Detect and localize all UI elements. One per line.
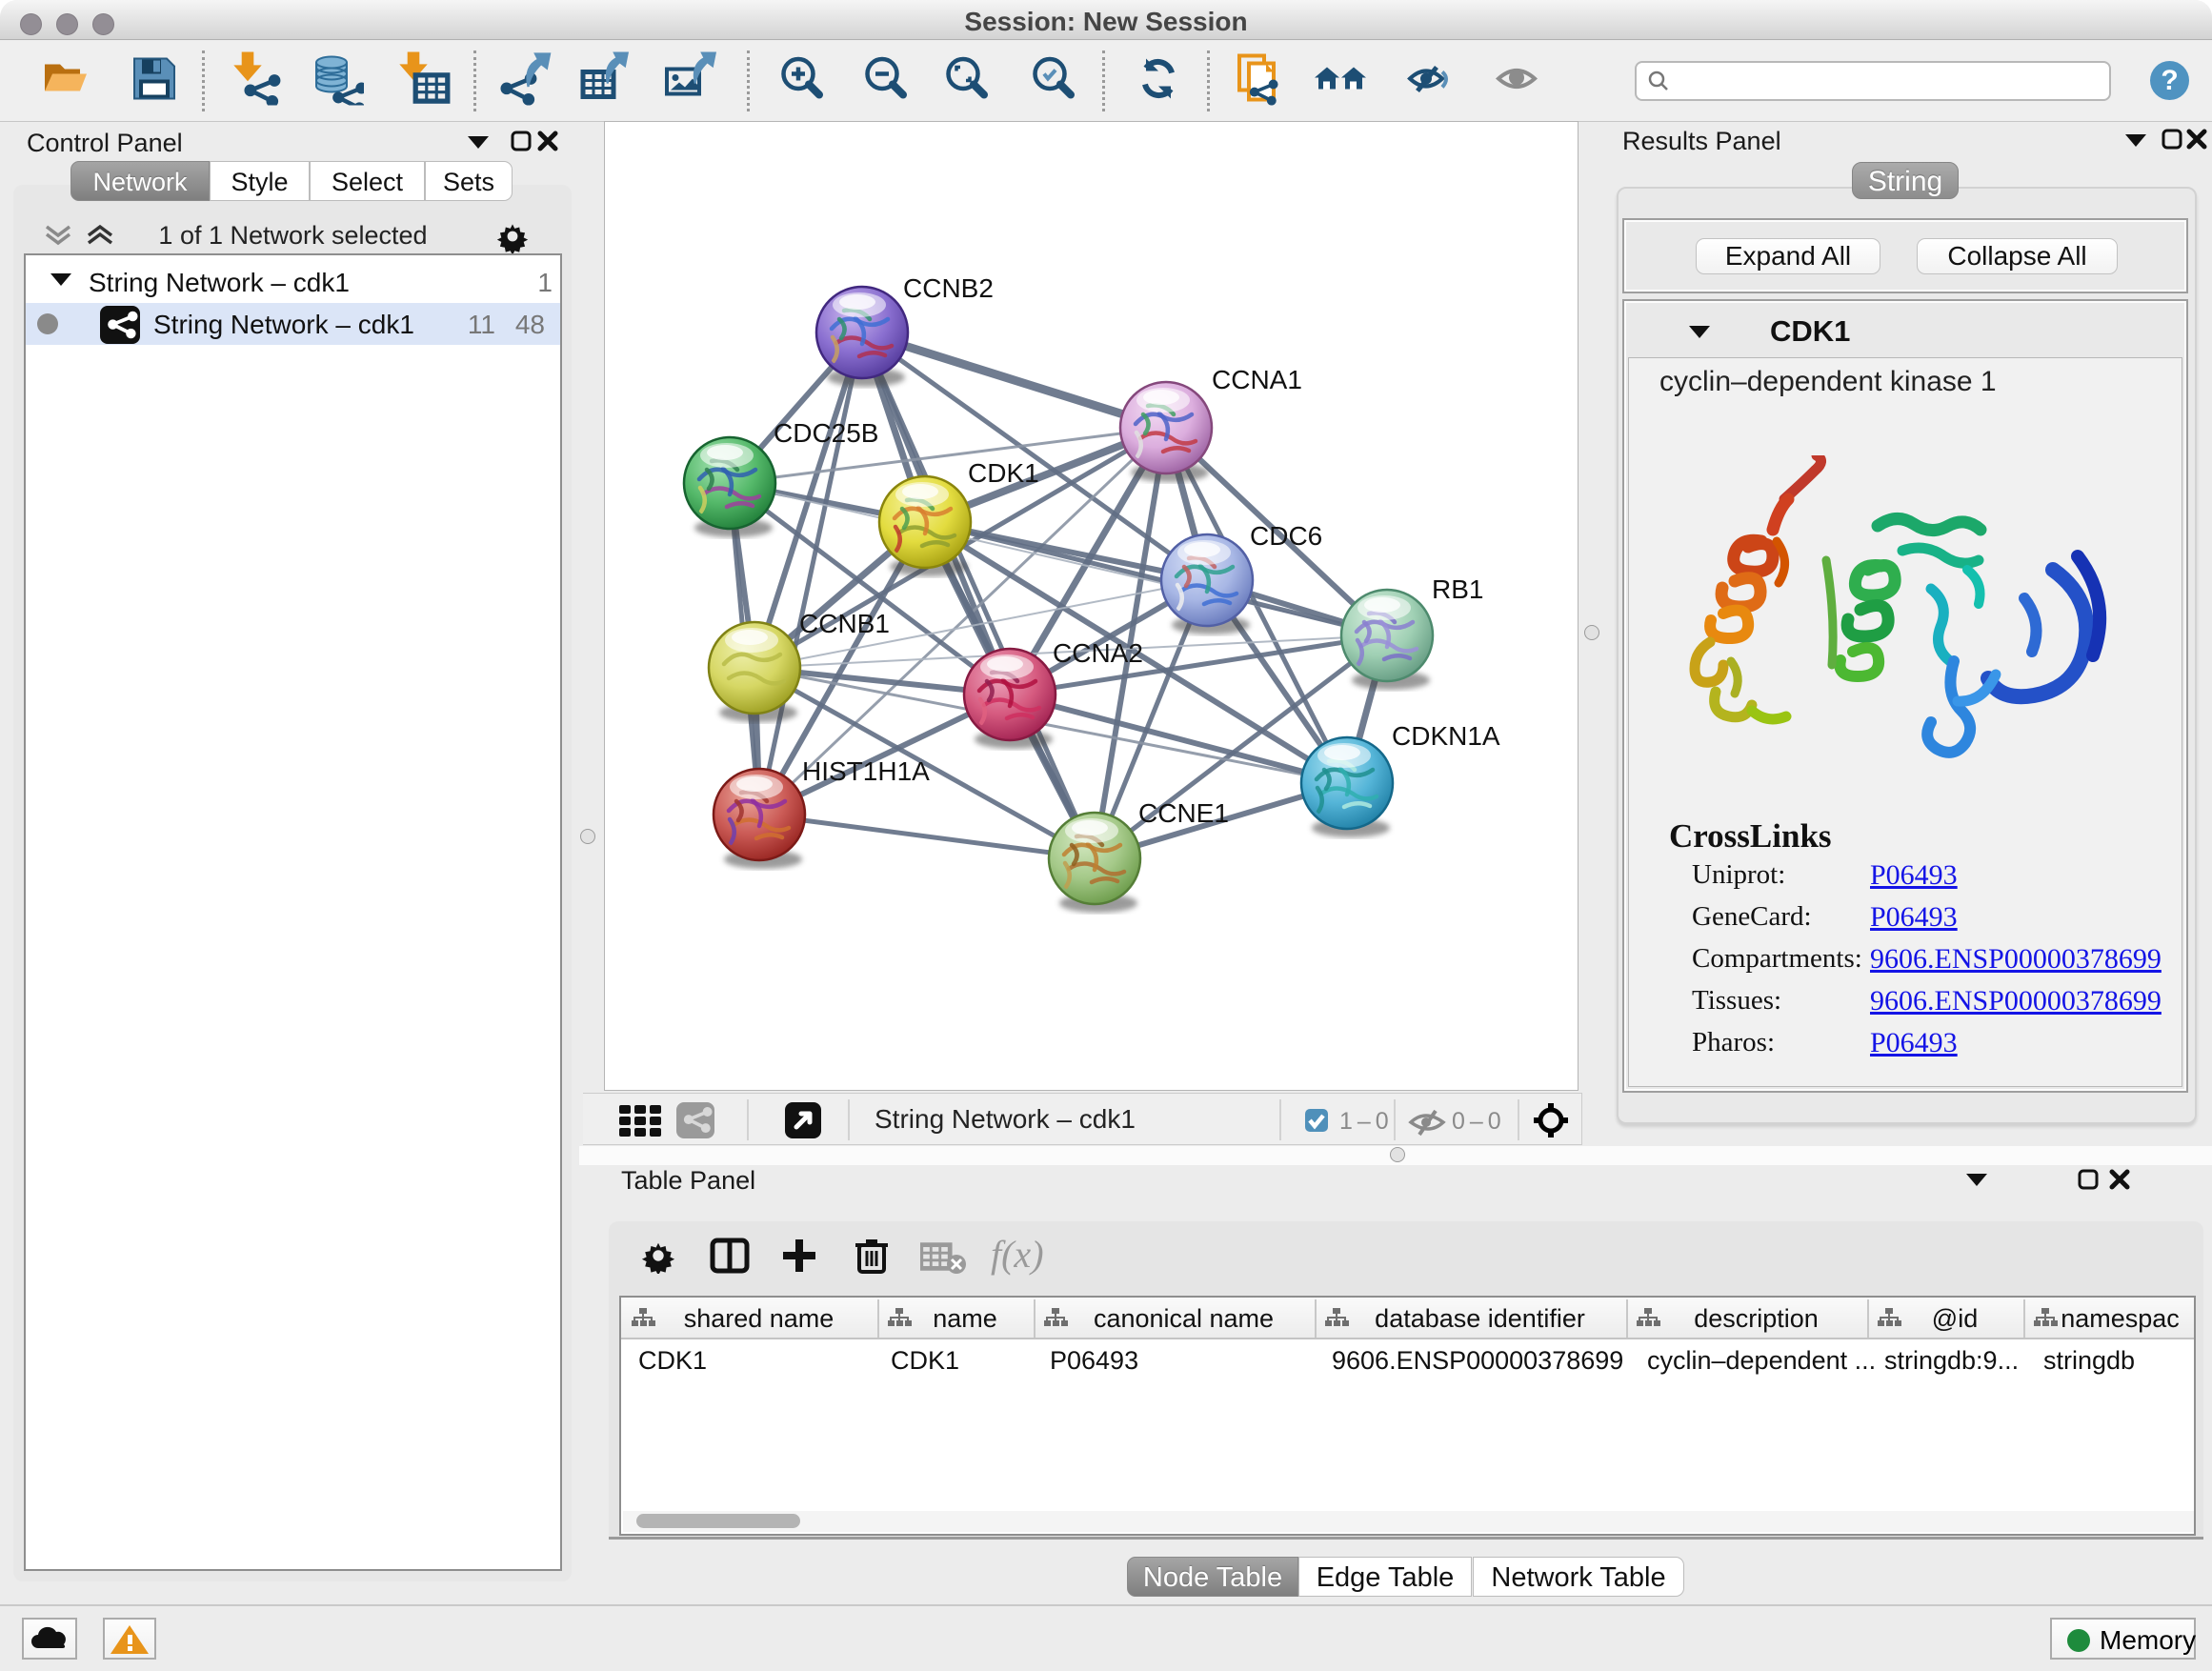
svg-text:CCNE1: CCNE1 [1138,798,1229,828]
svg-text:RB1: RB1 [1432,574,1483,604]
svg-text:CCNA1: CCNA1 [1212,365,1302,394]
svg-text:CCNB1: CCNB1 [799,609,890,638]
svg-text:CCNB2: CCNB2 [903,273,994,303]
svg-text:CDC6: CDC6 [1250,521,1322,551]
svg-text:CDC25B: CDC25B [774,418,878,448]
svg-text:HIST1H1A: HIST1H1A [802,756,930,786]
svg-text:CCNA2: CCNA2 [1053,638,1143,668]
svg-text:CDKN1A: CDKN1A [1392,721,1500,751]
svg-text:CDK1: CDK1 [968,458,1039,488]
